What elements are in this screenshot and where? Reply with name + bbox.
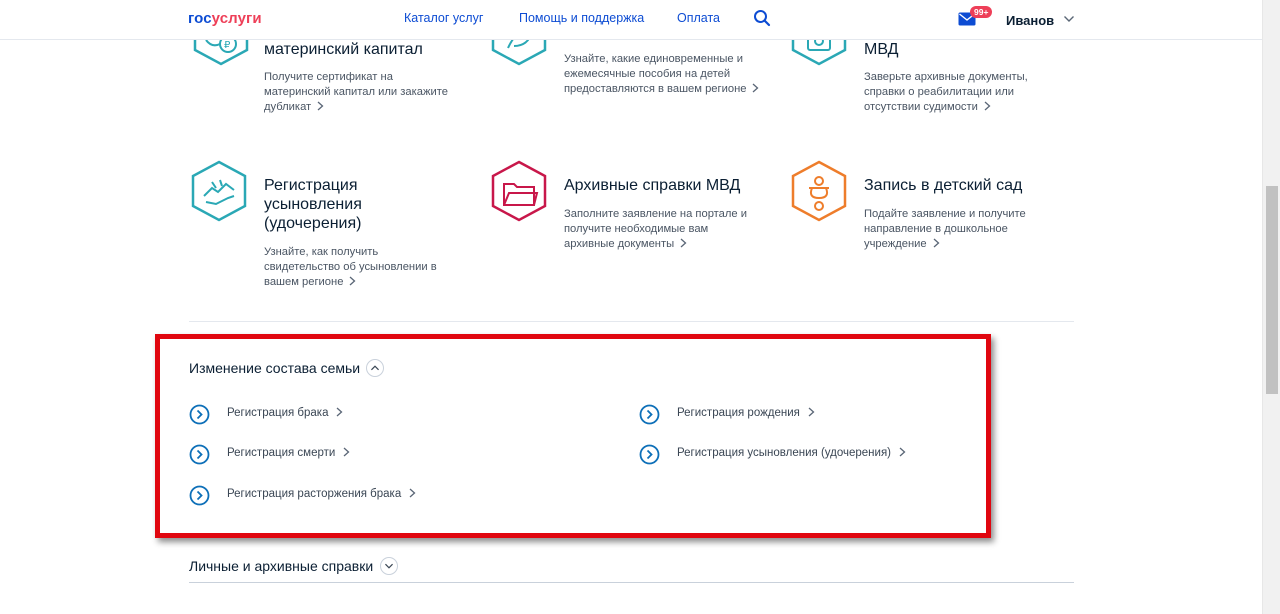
link-label: Регистрация расторжения брака (227, 488, 416, 500)
card-desc-line: материнский капитал или закажите (264, 86, 448, 99)
search-icon[interactable] (753, 9, 771, 27)
mail-badge: 99+ (970, 6, 993, 18)
card-desc-line: архивные документы (564, 237, 747, 252)
card-desc-text: учреждение (864, 238, 927, 251)
adoption-hands-icon (191, 160, 247, 222)
link-text: Регистрация расторжения брака (227, 488, 402, 500)
scrollbar-thumb[interactable] (1266, 186, 1278, 394)
card-desc-child-benefits: Узнайте, какие единовременные и ежемесяч… (564, 52, 759, 98)
card-desc-maternity-capital: Получите сертификат на материнский капит… (264, 70, 448, 116)
logo-part: услуги (211, 10, 262, 27)
gosuslugi-logo[interactable]: госуслуги (188, 10, 262, 27)
card-desc-line: справки о реабилитации или (864, 86, 1014, 99)
card-title-line: (удочерения) (264, 215, 362, 232)
link-text: Регистрация брака (227, 407, 329, 419)
pacifier-icon (791, 160, 847, 222)
link-adoption-registration[interactable]: Регистрация усыновления (удочерения) (639, 444, 959, 466)
card-desc-line: отсутствии судимости (864, 100, 1028, 115)
card-title-kindergarten[interactable]: Запись в детский сад (864, 176, 1022, 195)
family-section-title[interactable]: Изменение состава семьи (189, 360, 360, 376)
card-desc-kindergarten: Подайте заявление и получите направление… (864, 207, 1026, 253)
card-desc-line: дубликат (264, 100, 448, 115)
chevron-right-icon (899, 447, 906, 457)
link-text: Регистрация усыновления (удочерения) (677, 447, 892, 459)
card-desc-line: предоставляются в вашем регионе (564, 82, 759, 97)
card-desc-line: направление в дошкольное (864, 223, 1008, 236)
card-title-line: Архивные справки МВД (564, 177, 741, 194)
card-title-line: усыновления (264, 196, 362, 213)
arrow-circle-icon (189, 485, 210, 506)
card-desc-line: свидетельство об усыновлении в (264, 261, 437, 274)
link-birth-registration[interactable]: Регистрация рождения (639, 404, 959, 426)
nav-help[interactable]: Помощь и поддержка (519, 11, 644, 25)
chevron-up-icon[interactable] (366, 359, 384, 377)
card-desc-line: вашем регионе (264, 275, 437, 290)
page-viewport: ₽ материнский капитал Получите сертифика… (0, 0, 1280, 614)
arrow-circle-icon (189, 404, 210, 425)
chevron-right-icon (343, 447, 350, 457)
section-divider (189, 321, 1074, 322)
card-desc-line: получите необходимые вам (564, 223, 709, 236)
chevron-right-icon[interactable] (933, 238, 940, 248)
card-desc-line: учреждение (864, 237, 1026, 252)
card-desc-line: Получите сертификат на (264, 71, 393, 83)
card-desc-archive-mvd: Заполните заявление на портале и получит… (564, 207, 747, 253)
nav-catalog[interactable]: Каталог услуг (404, 11, 483, 25)
folder-icon (491, 160, 547, 222)
section-divider (189, 582, 1074, 583)
link-divorce-registration[interactable]: Регистрация расторжения брака (189, 485, 489, 507)
nav-payment[interactable]: Оплата (677, 11, 720, 25)
card-title-archive-mvd[interactable]: Архивные справки МВД (564, 176, 740, 195)
page-scrollbar[interactable] (1262, 0, 1280, 614)
link-text: Регистрация рождения (677, 407, 800, 419)
link-label: Регистрация усыновления (удочерения) (677, 447, 906, 459)
card-desc-line: Узнайте, как получить (264, 246, 379, 258)
chevron-right-icon (808, 407, 815, 417)
card-desc-line: Узнайте, какие единовременные и (564, 53, 743, 65)
link-text: Регистрация смерти (227, 447, 336, 459)
card-desc-line: Заполните заявление на портале и (564, 208, 747, 220)
card-title-maternity-capital[interactable]: материнский капитал (264, 40, 423, 59)
personal-section-title[interactable]: Личные и архивные справки (189, 558, 373, 574)
card-desc-line: Заверьте архивные документы, (864, 71, 1028, 83)
svg-text:₽: ₽ (224, 40, 231, 51)
card-desc-line: Подайте заявление и получите (864, 208, 1026, 220)
card-desc-text: дубликат (264, 101, 312, 114)
chevron-right-icon (409, 488, 416, 498)
card-desc-text: отсутствии судимости (864, 101, 978, 114)
chevron-right-icon[interactable] (317, 101, 324, 111)
chevron-down-icon[interactable] (380, 557, 398, 575)
chevron-down-icon[interactable] (1063, 15, 1075, 23)
card-desc-text: вашем регионе (264, 276, 344, 289)
card-title-mvd[interactable]: МВД (864, 40, 898, 59)
chevron-right-icon[interactable] (680, 238, 687, 248)
link-label: Регистрация рождения (677, 407, 815, 419)
arrow-circle-icon (639, 404, 660, 425)
card-title-line: Запись в детский сад (864, 177, 1023, 194)
card-title-line: Регистрация (264, 177, 358, 194)
card-desc-adoption: Узнайте, как получить свидетельство об у… (264, 245, 437, 291)
chevron-right-icon[interactable] (984, 101, 991, 111)
card-desc-mvd: Заверьте архивные документы, справки о р… (864, 70, 1028, 116)
card-desc-text: архивные документы (564, 238, 675, 251)
chevron-right-icon[interactable] (752, 83, 759, 93)
link-marriage-registration[interactable]: Регистрация брака (189, 404, 489, 426)
chevron-right-icon[interactable] (349, 276, 356, 286)
card-desc-text: предоставляются в вашем регионе (564, 83, 747, 96)
card-title-adoption[interactable]: Регистрация усыновления (удочерения) (264, 176, 362, 233)
card-desc-line: ежемесячные пособия на детей (564, 68, 731, 81)
link-death-registration[interactable]: Регистрация смерти (189, 444, 489, 466)
link-label: Регистрация брака (227, 407, 343, 419)
top-header: госуслуги Каталог услуг Помощь и поддерж… (0, 0, 1262, 40)
arrow-circle-icon (639, 444, 660, 465)
logo-part: гос (188, 10, 212, 27)
user-name[interactable]: Иванов (1006, 13, 1054, 28)
arrow-circle-icon (189, 444, 210, 465)
link-label: Регистрация смерти (227, 447, 350, 459)
chevron-right-icon (337, 407, 343, 417)
